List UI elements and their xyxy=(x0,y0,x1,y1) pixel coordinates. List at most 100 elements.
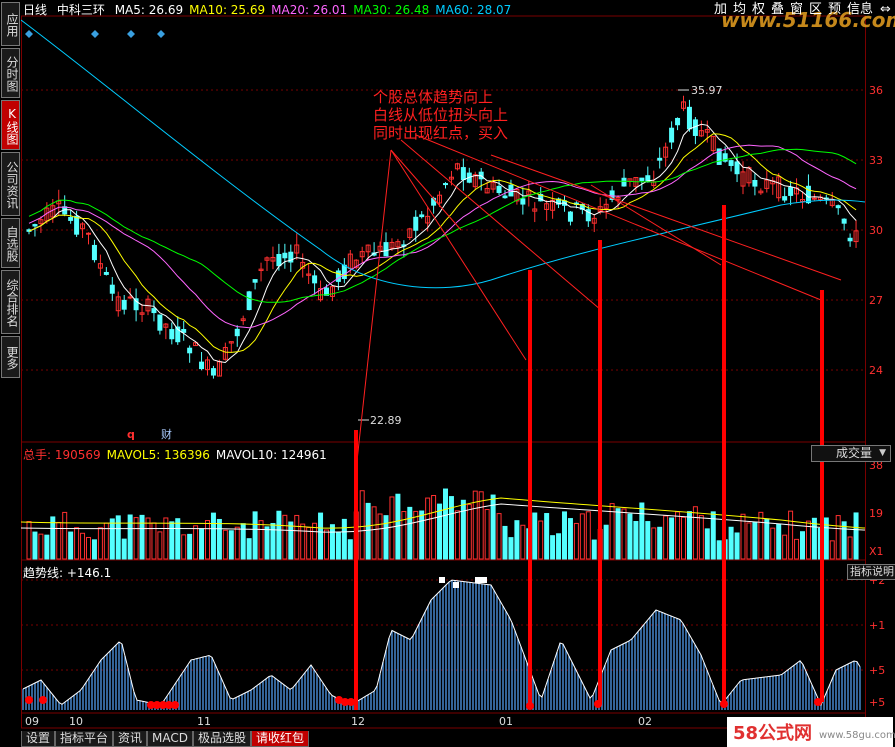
side-tab-kline[interactable]: K线图 xyxy=(1,100,20,150)
candle-body xyxy=(782,196,788,201)
candle-body xyxy=(341,264,347,280)
volume-bar xyxy=(627,513,633,560)
candle-body xyxy=(811,197,817,200)
ma10-line xyxy=(28,133,857,353)
candle-body xyxy=(127,296,133,299)
toolbar-button[interactable]: 权 xyxy=(749,0,768,20)
bottom-tab[interactable]: 指标平台 xyxy=(55,731,114,747)
volume-bar xyxy=(419,510,425,560)
bottom-tab[interactable]: 极品选股 xyxy=(193,731,252,747)
volume-bar xyxy=(109,518,115,560)
peak-marker xyxy=(481,577,487,583)
peak-marker xyxy=(439,577,445,583)
indicator-help-button[interactable]: 指标说明 xyxy=(847,564,895,580)
candle-body xyxy=(413,216,419,231)
volume-bar xyxy=(562,511,567,560)
volume-bar xyxy=(550,535,556,560)
toolbar-button[interactable]: 加 xyxy=(711,0,730,20)
toolbar-button[interactable]: 叠 xyxy=(768,0,787,20)
candle-body xyxy=(675,117,681,126)
volume-bar xyxy=(847,536,853,560)
watermark-url: www.58gu.com xyxy=(819,730,895,741)
toolbar-button[interactable]: 均 xyxy=(730,0,749,20)
side-tab-apps[interactable]: 应用 xyxy=(1,2,20,46)
buy-signal-dot xyxy=(171,701,179,709)
volume-bar xyxy=(50,516,56,560)
candle-body xyxy=(312,275,318,284)
side-tab-ranking[interactable]: 综合排名 xyxy=(1,270,20,334)
side-tab-more[interactable]: 更多 xyxy=(1,336,20,378)
volume-bar xyxy=(681,516,686,560)
price-axis-label: 24 xyxy=(869,364,883,377)
volume-bar xyxy=(567,518,573,560)
volume-bar xyxy=(746,522,752,560)
volume-bar xyxy=(335,531,341,560)
volume-bar xyxy=(312,522,318,560)
candle-body xyxy=(752,179,758,187)
bottom-tab[interactable]: MACD xyxy=(147,731,194,747)
chart-area[interactable]: 36 33 30 27 24 38 19 X1 +2 +1 +5 +5 09 10 11 12 01 02 35.9… xyxy=(21,0,895,731)
candle-body xyxy=(520,198,526,205)
side-tab-intraday[interactable]: 分时图 xyxy=(1,48,20,98)
volume-bar xyxy=(686,511,692,560)
volume-bar xyxy=(222,529,228,560)
left-right-arrow-icon[interactable]: ⇔ xyxy=(876,0,895,20)
price-legend: 日线 中科三环 MA5: 26.69 MA10: 25.69 MA20: 26.01… xyxy=(23,1,523,18)
date-axis-label: 09 xyxy=(25,715,39,728)
ma-legend-item: MA30: 26.48 xyxy=(353,3,430,17)
volume-bar xyxy=(413,510,419,560)
candle-body xyxy=(91,244,97,261)
volume-bar xyxy=(365,502,371,560)
volume-bar xyxy=(306,527,312,560)
volume-bar xyxy=(788,510,794,560)
volume-bar xyxy=(318,512,324,560)
trend-line xyxy=(22,579,861,707)
volume-bar xyxy=(579,513,585,560)
volume-legend: 总手: 190569 MAVOL5: 136396 MAVOL10: 124961 xyxy=(23,446,333,463)
volume-bar xyxy=(502,525,508,560)
ma30-line xyxy=(28,148,857,303)
volume-bar xyxy=(823,517,829,560)
date-axis-label: 10 xyxy=(69,715,83,728)
bottom-tab[interactable]: 资讯 xyxy=(113,731,148,747)
volume-indicator-select[interactable]: 成交量 xyxy=(811,445,891,462)
candle-body xyxy=(210,368,216,376)
volume-bar xyxy=(133,517,139,560)
annotation-arrow-line xyxy=(415,134,822,301)
volume-bar xyxy=(835,515,841,560)
volume-bar xyxy=(585,511,591,560)
bottom-tab[interactable]: 请收红包 xyxy=(251,731,310,747)
candle-body xyxy=(109,284,115,294)
bottom-tab[interactable]: 设置 xyxy=(21,731,56,747)
candle-body xyxy=(199,361,205,370)
candle-body xyxy=(151,308,157,314)
volume-bar xyxy=(246,538,252,560)
annotation-text: 个股总体趋势向上 白线从低位扭头向上 同时出现红点，买入 xyxy=(373,88,508,142)
volume-bar xyxy=(692,506,698,560)
volume-bar xyxy=(698,515,704,560)
side-tab-company-info[interactable]: 公司资讯 xyxy=(1,152,20,216)
volume-bar xyxy=(282,514,288,560)
volume-bar xyxy=(716,540,722,560)
toolbar-button[interactable]: 窗 xyxy=(787,0,806,20)
volume-bar xyxy=(199,528,205,560)
volume-bar xyxy=(734,532,740,560)
toolbar-button[interactable]: 信息 xyxy=(844,0,876,20)
annotation-line-2: 白线从低位扭头向上 xyxy=(373,106,509,124)
volume-bar xyxy=(288,521,294,560)
annotation-arrow-line xyxy=(590,184,722,266)
date-axis-label: 12 xyxy=(351,715,365,728)
buy-signal-dot xyxy=(25,696,33,704)
buy-signal-dot xyxy=(39,696,47,704)
volume-bar xyxy=(556,533,562,560)
finance-marker: 财 xyxy=(161,427,172,441)
volume-bar xyxy=(615,508,621,560)
toolbar-button[interactable]: 预 xyxy=(825,0,844,20)
toolbar-button[interactable]: 区 xyxy=(806,0,825,20)
volume-axis-label: 19 xyxy=(869,507,883,520)
site-watermark: 58公式网 www.58gu.com xyxy=(727,717,895,747)
side-tab-watchlist[interactable]: 自选股 xyxy=(1,218,20,268)
sidebar: 应用分时图 K线图公司资讯自选股综合排名更多 xyxy=(0,0,21,747)
candle-body xyxy=(383,242,389,257)
period-label: 日线 xyxy=(23,3,48,17)
